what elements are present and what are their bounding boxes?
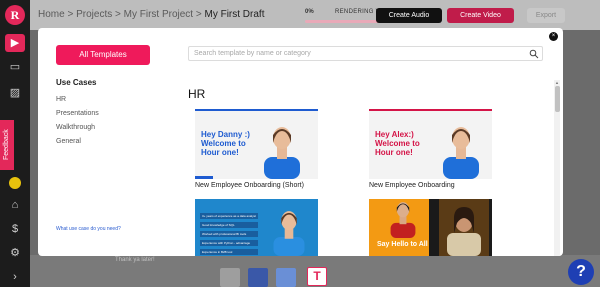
presenter-avatar — [443, 127, 479, 179]
help-button[interactable]: ? — [568, 259, 594, 285]
expand-icon[interactable]: › — [5, 268, 25, 286]
all-templates-button[interactable]: All Templates — [56, 45, 150, 65]
headline-line: Hour one! — [201, 148, 239, 157]
requirement-line: Good knowledge of SQL — [200, 222, 258, 228]
use-case-walkthrough[interactable]: Walkthrough — [56, 124, 95, 131]
template-label[interactable]: New Employee Onboarding (Short) — [195, 182, 304, 189]
scroll-up-icon[interactable]: ▲ — [554, 80, 560, 85]
use-cases-heading: Use Cases — [56, 78, 97, 87]
requirement-line: Experience in B2B tool — [200, 249, 258, 255]
create-video-button[interactable]: Create Video — [447, 8, 514, 23]
card-headline: Hey Alex:) Welcome to Hour one! — [375, 130, 420, 157]
use-case-hr[interactable]: HR — [56, 96, 66, 103]
create-audio-button[interactable]: Create Audio — [376, 8, 442, 23]
template-search[interactable]: Search template by name or category — [188, 46, 543, 61]
bank-icon[interactable]: ⌂ — [5, 196, 25, 214]
headline-line: Hour one! — [375, 148, 413, 157]
headline-line: Welcome to — [201, 139, 246, 148]
top-bar: Home > Projects > My First Project > My … — [30, 0, 600, 30]
close-icon[interactable]: × — [549, 32, 558, 41]
card-progress-bar — [195, 176, 213, 179]
scrollbar-thumb[interactable] — [555, 86, 560, 112]
headline-line: Hey Danny :) — [201, 130, 250, 139]
breadcrumb: Home > Projects > My First Project > My … — [38, 9, 265, 20]
card-accent-line — [195, 109, 318, 111]
breadcrumb-home[interactable]: Home — [38, 9, 65, 20]
template-modal: × All Templates Use Cases HR Presentatio… — [38, 28, 563, 256]
card-accent-line — [369, 109, 492, 111]
play-icon[interactable]: ▶ — [5, 34, 25, 52]
presenter-avatar — [264, 127, 300, 179]
template-card-onboarding[interactable]: Hey Alex:) Welcome to Hour one! — [369, 109, 492, 179]
search-input[interactable]: Search template by name or category — [194, 50, 311, 57]
template-label[interactable]: New Employee Onboarding — [369, 182, 455, 189]
breadcrumb-draft: My First Draft — [204, 9, 265, 20]
presenter-avatar — [273, 211, 305, 256]
text-tool-icon[interactable]: T — [307, 267, 327, 286]
use-case-general[interactable]: General — [56, 138, 81, 145]
settings-icon[interactable]: ⚙ — [5, 244, 25, 262]
template-card-onboarding-short[interactable]: Hey Danny :) Welcome to Hour one! — [195, 109, 318, 179]
app-logo[interactable]: R — [5, 5, 25, 25]
breadcrumb-projects[interactable]: Projects — [76, 9, 112, 20]
section-title-hr: HR — [188, 87, 206, 101]
requirement-line: Experience with Python - advantage — [200, 240, 258, 246]
card-headline: Hey Danny :) Welcome to Hour one! — [201, 130, 250, 157]
template-card-job-requirements[interactable]: 3+ years of experience as a data analyst… — [195, 199, 318, 256]
export-button[interactable]: Export — [527, 8, 565, 23]
breadcrumb-project[interactable]: My First Project — [124, 9, 193, 20]
photo-avatar — [439, 199, 489, 256]
use-case-presentations[interactable]: Presentations — [56, 110, 99, 117]
scene-thumbnail-text: Thank ya later! — [115, 257, 155, 263]
avatar-thumbnail[interactable] — [276, 268, 296, 287]
headline-line: Welcome to — [375, 139, 420, 148]
requirement-line: 3+ years of experience as a data analyst — [200, 213, 258, 219]
say-hello-text: Say Hello to All — [377, 241, 428, 248]
flag-thumbnail[interactable] — [248, 268, 268, 287]
dollar-icon[interactable]: $ — [5, 220, 25, 238]
requirement-line: Worked with professional BI tools — [200, 231, 258, 237]
use-case-request-link[interactable]: What use case do you need? — [56, 226, 121, 232]
presenter-avatar — [390, 202, 416, 238]
video-camera-icon[interactable]: ▭ — [5, 58, 25, 76]
search-icon[interactable] — [529, 49, 539, 59]
coin-icon[interactable] — [9, 177, 21, 189]
requirement-list: 3+ years of experience as a data analyst… — [200, 213, 258, 256]
template-card-say-hello[interactable]: Say Hello to All — [369, 199, 492, 256]
image-icon[interactable]: ▨ — [5, 84, 25, 102]
avatar-thumbnail[interactable] — [220, 268, 240, 287]
feedback-tab[interactable]: Feedback — [0, 120, 14, 170]
progress-percent: 0% — [305, 9, 314, 15]
headline-line: Hey Alex:) — [375, 130, 414, 139]
